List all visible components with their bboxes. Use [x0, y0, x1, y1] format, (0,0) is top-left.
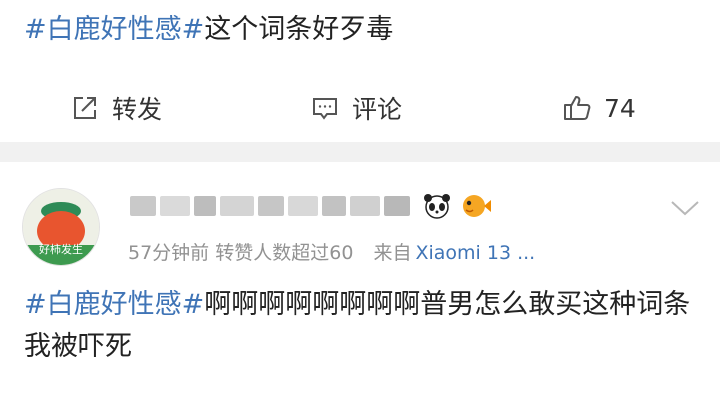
post-text: #白鹿好性感#这个词条好歹毒: [24, 10, 393, 50]
username-blurred: [220, 196, 254, 216]
repost-icon: [70, 93, 100, 123]
source-prefix: 来自: [373, 242, 412, 264]
repost-label: 转发: [112, 95, 163, 124]
comment-button[interactable]: 评论: [310, 80, 402, 136]
username-blurred: [288, 196, 318, 216]
avatar-label: 好柿发生: [39, 244, 83, 256]
panda-icon: [422, 191, 452, 221]
username-blurred: [350, 196, 380, 216]
hashtag-link[interactable]: #白鹿好性感#: [24, 289, 204, 320]
comment-label: 评论: [352, 95, 403, 124]
comment-icon: [310, 93, 340, 123]
username[interactable]: [130, 186, 492, 226]
source-device-link[interactable]: Xiaomi 13 ...: [415, 242, 535, 264]
hashtag-link[interactable]: #白鹿好性感#: [24, 14, 204, 45]
post-text: #白鹿好性感#啊啊啊啊啊啊啊啊普男怎么敢买这种词条我被吓死: [24, 284, 704, 368]
post-time: 57分钟前: [128, 242, 210, 264]
pufferfish-icon: [460, 191, 492, 221]
username-blurred: [322, 196, 346, 216]
username-blurred: [384, 196, 410, 216]
username-blurred: [194, 196, 216, 216]
post-body-text: 这个词条好歹毒: [204, 14, 394, 45]
chevron-down-icon[interactable]: [668, 196, 702, 220]
likes-note: 转赞人数超过60: [215, 242, 354, 264]
thumbs-up-icon: [562, 93, 592, 123]
post-action-bar: 转发 评论 74: [0, 80, 720, 136]
like-count: 74: [604, 93, 636, 123]
username-blurred: [160, 196, 190, 216]
like-button[interactable]: 74: [562, 80, 636, 136]
post-separator: [0, 142, 720, 162]
repost-button[interactable]: 转发: [70, 80, 162, 136]
avatar[interactable]: 好柿发生: [22, 188, 100, 266]
username-blurred: [258, 196, 284, 216]
username-blurred: [130, 196, 156, 216]
post-meta: 57分钟前 转赞人数超过60 来自 Xiaomi 13 ...: [128, 238, 535, 265]
